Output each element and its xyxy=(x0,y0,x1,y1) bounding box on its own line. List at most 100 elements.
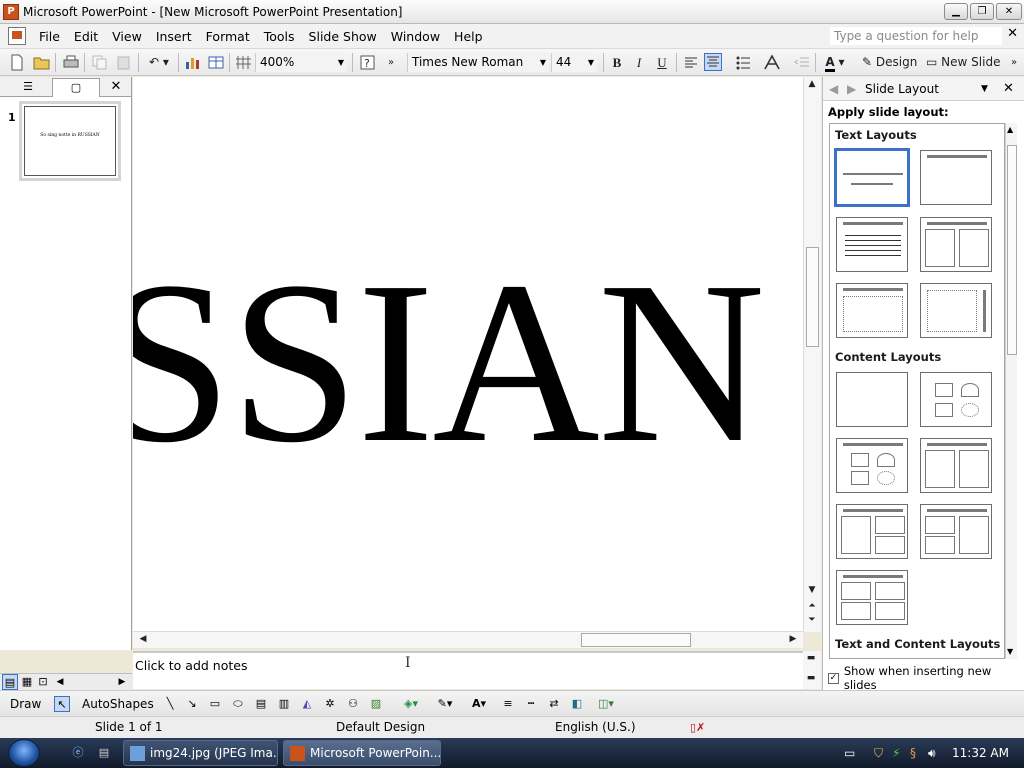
scroll-right-icon[interactable]: ▶ xyxy=(114,674,130,690)
copy-icon[interactable] xyxy=(90,53,108,71)
zoom-select[interactable]: 400% ▼ xyxy=(255,53,347,72)
menu-view[interactable]: View xyxy=(105,29,149,44)
scroll-up-icon[interactable]: ▬ xyxy=(803,653,819,663)
spelling-status-icon[interactable]: ▯✗ xyxy=(690,717,705,738)
normal-view-icon[interactable]: ▤ xyxy=(2,674,18,690)
menu-window[interactable]: Window xyxy=(384,29,447,44)
layout-title-slide[interactable] xyxy=(834,148,910,207)
notes-scrollbar[interactable]: ▬ ▬ xyxy=(803,651,821,689)
line-color-icon[interactable]: ✎▾ xyxy=(432,696,458,712)
chevron-down-icon[interactable]: ▼ xyxy=(981,77,988,101)
slides-tab-icon[interactable]: ▢ xyxy=(52,78,100,97)
slide-thumbnail[interactable]: So sing notte in RUSSIAN xyxy=(19,101,121,181)
line-icon[interactable]: ╲ xyxy=(162,696,178,712)
bullets-icon[interactable] xyxy=(733,53,751,71)
layout-content[interactable] xyxy=(920,372,992,427)
document-menu-icon[interactable] xyxy=(8,27,26,45)
notes-placeholder[interactable]: Click to add notes xyxy=(135,658,247,673)
italic-button[interactable]: I xyxy=(630,53,648,72)
font-color-icon[interactable]: A▾ xyxy=(466,696,492,712)
clip-art-icon[interactable]: ⚇ xyxy=(345,696,361,712)
outline-tab-icon[interactable]: ☰ xyxy=(4,78,52,97)
3d-style-icon[interactable]: ◫▾ xyxy=(592,696,620,712)
scroll-up-icon[interactable]: ▲ xyxy=(1007,125,1013,134)
layout-title-two-content-and-content[interactable] xyxy=(920,504,992,559)
forward-arrow-icon[interactable]: ▶ xyxy=(847,77,856,101)
menu-insert[interactable]: Insert xyxy=(149,29,199,44)
undo-icon[interactable]: ↶ ▾ xyxy=(144,53,174,72)
horizontal-scrollbar[interactable]: ◀ ▶ xyxy=(133,631,803,648)
security-shield-icon[interactable]: ⛉ xyxy=(874,738,883,768)
start-button[interactable] xyxy=(8,739,40,767)
open-folder-icon[interactable] xyxy=(32,53,50,71)
autoshapes-menu-button[interactable]: AutoShapes ▾ xyxy=(82,696,156,727)
horizontal-scroll-thumb[interactable] xyxy=(581,633,691,647)
toolbar-options-icon[interactable]: » xyxy=(384,53,398,72)
vertical-text-box-icon[interactable]: ▥ xyxy=(276,696,292,712)
bold-button[interactable]: B xyxy=(608,53,626,72)
close-pane-icon[interactable]: ✕ xyxy=(104,78,128,97)
taskbar-image-viewer-button[interactable]: img24.jpg (JPEG Ima... xyxy=(123,740,278,766)
toolbar-options-icon[interactable]: » xyxy=(1008,53,1020,72)
oval-icon[interactable]: ⬭ xyxy=(230,696,246,712)
arrow-style-icon[interactable]: ⇄ xyxy=(546,696,562,712)
scroll-left-icon[interactable]: ◀ xyxy=(135,634,151,644)
align-center-icon[interactable] xyxy=(704,53,722,71)
scroll-up-icon[interactable]: ▲ xyxy=(804,79,820,89)
slide-show-view-icon[interactable]: ⊡ xyxy=(35,674,51,690)
show-when-inserting-checkbox[interactable]: ✓ xyxy=(828,672,839,684)
help-search-input[interactable]: Type a question for help xyxy=(830,27,1002,45)
new-slide-button[interactable]: ▭ New Slide xyxy=(926,53,1002,72)
layout-title-and-four-content[interactable] xyxy=(836,570,908,625)
back-arrow-icon[interactable]: ◀ xyxy=(829,77,838,101)
help-icon[interactable]: ? xyxy=(358,53,376,71)
task-pane-scrollbar[interactable]: ▲ ▼ xyxy=(1005,123,1017,659)
show-desktop-icon[interactable]: ▤ xyxy=(96,745,112,761)
layout-title-and-text[interactable] xyxy=(836,217,908,272)
insert-table-icon[interactable] xyxy=(206,53,224,71)
font-name-select[interactable]: Times New Roman ▼ xyxy=(407,53,549,72)
scroll-down-icon[interactable]: ▼ xyxy=(1007,647,1013,656)
volume-icon[interactable]: 🔊︎ xyxy=(928,738,936,768)
fill-color-icon[interactable]: ◈▾ xyxy=(398,696,424,712)
picture-icon[interactable]: ▨ xyxy=(368,696,384,712)
align-left-icon[interactable] xyxy=(681,53,699,71)
next-slide-icon[interactable]: ⏷ xyxy=(804,615,820,625)
layout-title-and-content[interactable] xyxy=(836,438,908,493)
taskbar-powerpoint-button[interactable]: Microsoft PowerPoin... xyxy=(283,740,441,766)
task-pane-scroll-thumb[interactable] xyxy=(1007,145,1017,355)
network-icon[interactable]: ⚡ xyxy=(892,738,900,768)
previous-slide-icon[interactable]: ⏶ xyxy=(804,601,820,611)
layout-vertical-title-and-text[interactable] xyxy=(920,283,992,338)
maximize-button[interactable]: ❐ xyxy=(970,3,994,20)
notes-pane[interactable]: Click to add notes I xyxy=(133,651,803,689)
insert-chart-icon[interactable] xyxy=(183,53,201,71)
powerpoint-app-icon[interactable]: P xyxy=(3,3,19,20)
diagram-icon[interactable]: ✲ xyxy=(322,696,338,712)
grid-icon[interactable] xyxy=(234,53,252,71)
font-color-icon[interactable]: A ▾ xyxy=(820,53,850,72)
layout-title-content-and-two-content[interactable] xyxy=(836,504,908,559)
select-pointer-icon[interactable]: ↖ xyxy=(54,696,70,712)
vertical-scroll-thumb[interactable] xyxy=(806,247,819,347)
close-task-pane-icon[interactable]: ✕ xyxy=(1003,77,1014,101)
decrease-indent-icon[interactable] xyxy=(792,53,810,71)
layout-title-only[interactable] xyxy=(920,150,992,205)
paste-icon[interactable] xyxy=(114,53,132,71)
underline-button[interactable]: U xyxy=(653,53,671,72)
show-when-inserting-option[interactable]: ✓ Show when inserting new slides xyxy=(828,664,1024,692)
slide-canvas[interactable]: SSIAN xyxy=(133,77,803,632)
internet-explorer-icon[interactable]: ⓔ xyxy=(70,745,86,761)
layout-title-and-two-content[interactable] xyxy=(920,438,992,493)
new-file-icon[interactable] xyxy=(8,53,26,71)
scroll-down-icon[interactable]: ▬ xyxy=(803,673,819,683)
font-size-select[interactable]: 44 ▼ xyxy=(551,53,597,72)
arrow-icon[interactable]: ↘ xyxy=(184,696,200,712)
layout-title-and-vertical-text[interactable] xyxy=(836,283,908,338)
increase-font-size-icon[interactable] xyxy=(762,53,780,71)
vertical-scrollbar[interactable]: ▲ ▼ ⏶ ⏷ xyxy=(803,77,821,632)
keyboard-icon[interactable]: ▭ xyxy=(844,738,855,768)
slide-title-text[interactable]: SSIAN xyxy=(133,247,765,479)
menu-edit[interactable]: Edit xyxy=(67,29,105,44)
menu-slide-show[interactable]: Slide Show xyxy=(302,29,384,44)
